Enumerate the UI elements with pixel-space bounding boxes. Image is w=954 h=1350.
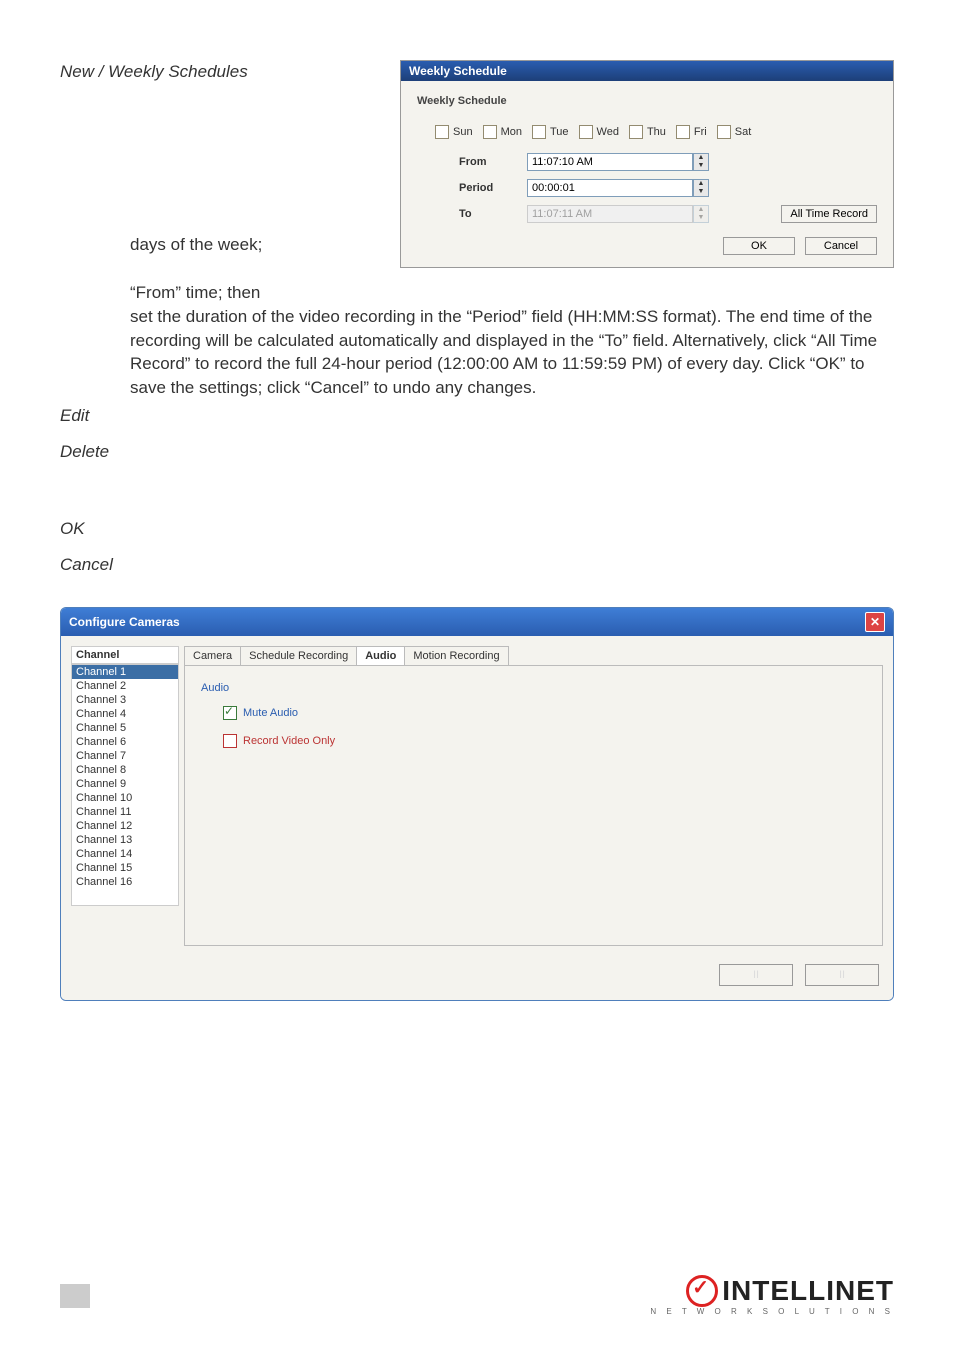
period-spinner[interactable]: ▲▼ (693, 179, 709, 197)
channel-item[interactable]: Channel 6 (72, 735, 178, 749)
dialog-title: Weekly Schedule (401, 61, 893, 81)
day-thu[interactable]: Thu (629, 125, 666, 139)
from-label: From (459, 156, 527, 168)
dialog-blur-button-2[interactable]: II (805, 964, 879, 986)
to-label: To (459, 208, 527, 220)
period-label: Period (459, 182, 527, 194)
cancel-dash: — Click to undo any changes. (113, 555, 344, 574)
brand-check-icon (686, 1275, 718, 1307)
edit-dash: — Select a schedule and click to display… (89, 406, 706, 425)
day-label: Wed (597, 126, 619, 138)
channel-item[interactable]: Channel 11 (72, 805, 178, 819)
day-label: Sun (453, 126, 473, 138)
edit-label: Edit (60, 406, 89, 425)
day-wed[interactable]: Wed (579, 125, 619, 139)
channel-item[interactable]: Channel 4 (72, 707, 178, 721)
channel-item[interactable]: Channel 16 (72, 875, 178, 889)
channel-item[interactable]: Channel 13 (72, 833, 178, 847)
channel-item[interactable]: Channel 15 (72, 861, 178, 875)
body-line-from: “From” time; then (130, 281, 894, 305)
ok-label: OK (60, 519, 85, 538)
channel-list[interactable]: Channel 1Channel 2Channel 3Channel 4Chan… (71, 664, 179, 906)
day-label: Fri (694, 126, 707, 138)
new-label: New / Weekly Schedules (60, 62, 248, 81)
to-spinner: ▲▼ (693, 205, 709, 223)
period-input[interactable] (527, 179, 693, 197)
mute-audio-checkbox[interactable] (223, 706, 237, 720)
cancel-button[interactable]: Cancel (805, 237, 877, 255)
brand-name: INTELLINET (722, 1275, 894, 1307)
from-spinner[interactable]: ▲▼ (693, 153, 709, 171)
channel-item[interactable]: Channel 8 (72, 763, 178, 777)
channel-item[interactable]: Channel 14 (72, 847, 178, 861)
checkbox-icon[interactable] (676, 125, 690, 139)
tab-camera[interactable]: Camera (184, 646, 241, 665)
day-mon[interactable]: Mon (483, 125, 522, 139)
section-title: Weekly Schedule (417, 95, 877, 107)
checkbox-icon[interactable] (579, 125, 593, 139)
channel-item[interactable]: Channel 12 (72, 819, 178, 833)
config-title: Configure Cameras (69, 615, 180, 629)
checkbox-icon[interactable] (435, 125, 449, 139)
weekly-schedule-dialog: Weekly Schedule Weekly Schedule Sun Mon Tu… (400, 60, 894, 268)
delete-label: Delete (60, 442, 109, 461)
day-label: Mon (501, 126, 522, 138)
channel-item[interactable]: Channel 2 (72, 679, 178, 693)
channel-item[interactable]: Channel 5 (72, 721, 178, 735)
dialog-blur-button-1[interactable]: II (719, 964, 793, 986)
channel-item[interactable]: Channel 7 (72, 749, 178, 763)
channel-item[interactable]: Channel 3 (72, 693, 178, 707)
configure-cameras-dialog: Configure Cameras ✕ Channel Channel 1Cha… (60, 607, 894, 1001)
day-label: Sat (735, 126, 752, 138)
ok-button[interactable]: OK (723, 237, 795, 255)
cancel-label: Cancel (60, 555, 113, 574)
checkbox-icon[interactable] (717, 125, 731, 139)
channel-item[interactable]: Channel 1 (72, 665, 178, 679)
tab-audio[interactable]: Audio (356, 646, 405, 665)
day-sun[interactable]: Sun (435, 125, 473, 139)
brand-sub: N E T W O R K S O L U T I O N S (650, 1307, 894, 1316)
body-paragraph: set the duration of the video recording … (130, 305, 894, 400)
checkbox-icon[interactable] (483, 125, 497, 139)
day-label: Thu (647, 126, 666, 138)
delete-dash: — Click to remove a selected/highlighted… (60, 442, 883, 485)
record-video-only-checkbox[interactable] (223, 734, 237, 748)
tab-schedule-recording[interactable]: Schedule Recording (240, 646, 357, 665)
mute-audio-label: Mute Audio (243, 707, 298, 719)
record-video-only-label: Record Video Only (243, 735, 335, 747)
day-sat[interactable]: Sat (717, 125, 752, 139)
ok-dash: — Click to save settings. (85, 519, 276, 538)
to-input (527, 205, 693, 223)
day-fri[interactable]: Fri (676, 125, 707, 139)
close-icon[interactable]: ✕ (865, 612, 885, 632)
all-time-record-button[interactable]: All Time Record (781, 205, 877, 223)
page-number-box (60, 1284, 90, 1308)
tab-motion-recording[interactable]: Motion Recording (404, 646, 508, 665)
checkbox-icon[interactable] (532, 125, 546, 139)
channel-header: Channel (71, 646, 179, 664)
day-tue[interactable]: Tue (532, 125, 569, 139)
checkbox-icon[interactable] (629, 125, 643, 139)
channel-item[interactable]: Channel 9 (72, 777, 178, 791)
from-input[interactable] (527, 153, 693, 171)
day-label: Tue (550, 126, 569, 138)
audio-group-label: Audio (201, 682, 866, 694)
channel-item[interactable]: Channel 10 (72, 791, 178, 805)
